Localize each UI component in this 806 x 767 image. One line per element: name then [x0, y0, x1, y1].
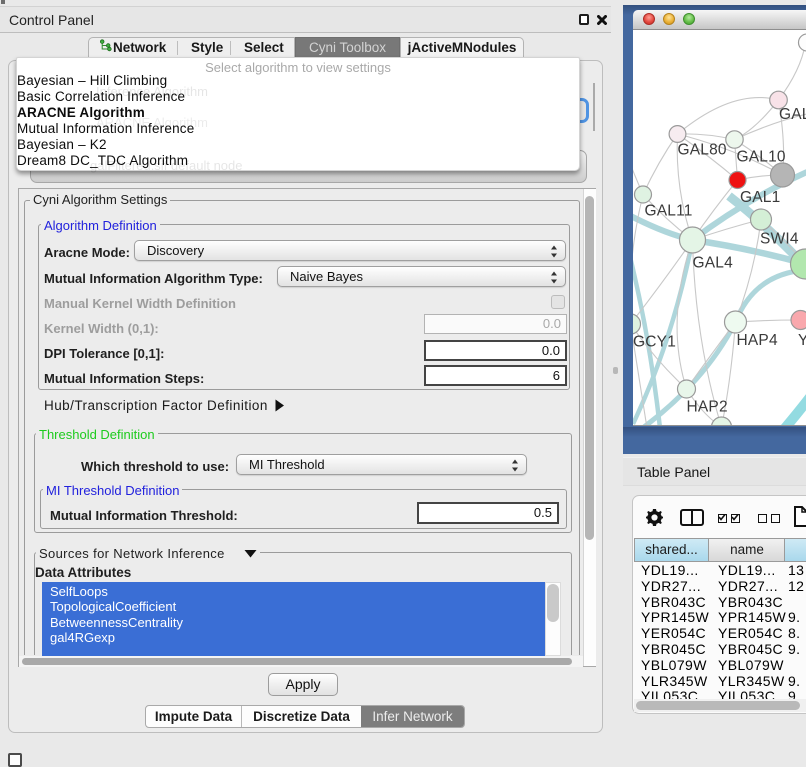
- svg-text:GAL80: GAL80: [678, 142, 727, 159]
- svg-text:GAL4: GAL4: [693, 255, 734, 272]
- svg-text:GAL10: GAL10: [737, 149, 786, 166]
- svg-text:GAL1: GAL1: [740, 189, 780, 206]
- svg-text:HAP4: HAP4: [737, 332, 778, 349]
- svg-text:GCY1: GCY1: [633, 334, 676, 351]
- svg-text:GAL7: GAL7: [779, 106, 806, 123]
- svg-text:YJ: YJ: [798, 332, 806, 349]
- svg-text:SWI4: SWI4: [760, 231, 799, 248]
- svg-text:GAL11: GAL11: [645, 203, 693, 220]
- svg-text:HAP2: HAP2: [687, 399, 728, 416]
